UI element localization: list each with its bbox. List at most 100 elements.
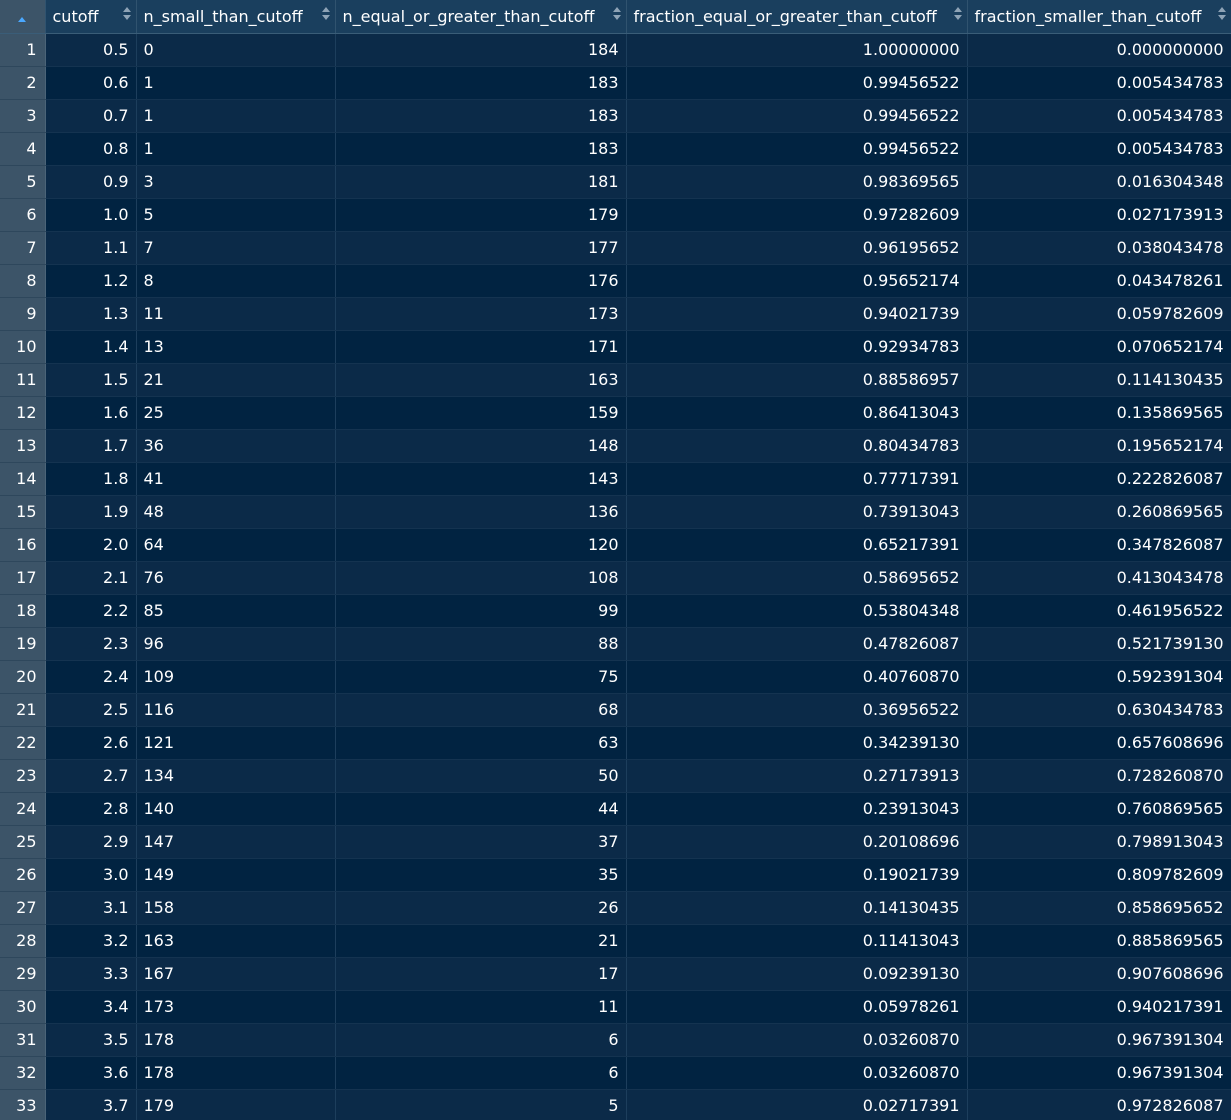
row-number-header[interactable] (0, 0, 46, 34)
row-number: 11 (0, 363, 46, 397)
row-number: 15 (0, 495, 46, 529)
row-number: 16 (0, 528, 46, 562)
row-number: 27 (0, 891, 46, 925)
table-row: 12 1.6 25 159 0.86413043 0.135869565 (0, 396, 1231, 430)
cell-n-equal-or-greater-than-cutoff: 17 (335, 957, 627, 991)
cell-n-equal-or-greater-than-cutoff: 6 (335, 1023, 627, 1057)
cell-fraction-equal-or-greater-than-cutoff: 0.53804348 (626, 594, 968, 628)
cell-n-equal-or-greater-than-cutoff: 183 (335, 99, 627, 133)
cell-n-equal-or-greater-than-cutoff: 136 (335, 495, 627, 529)
cell-n-equal-or-greater-than-cutoff: 183 (335, 66, 627, 100)
cell-n-small-than-cutoff: 109 (136, 660, 336, 694)
column-header-label: fraction_equal_or_greater_than_cutoff (633, 6, 937, 26)
cell-cutoff: 3.4 (45, 990, 137, 1024)
sort-toggle-icon[interactable] (321, 7, 330, 21)
cell-n-small-than-cutoff: 1 (136, 132, 336, 166)
cell-cutoff: 2.5 (45, 693, 137, 727)
cell-cutoff: 2.0 (45, 528, 137, 562)
sort-toggle-icon[interactable] (122, 7, 131, 21)
cell-n-small-than-cutoff: 140 (136, 792, 336, 826)
column-header-n-equal-or-greater-than-cutoff[interactable]: n_equal_or_greater_than_cutoff (335, 0, 627, 34)
cell-fraction-smaller-than-cutoff: 0.005434783 (967, 99, 1231, 133)
cell-fraction-equal-or-greater-than-cutoff: 1.00000000 (626, 33, 968, 67)
cell-fraction-equal-or-greater-than-cutoff: 0.95652174 (626, 264, 968, 298)
cell-cutoff: 0.7 (45, 99, 137, 133)
cell-fraction-equal-or-greater-than-cutoff: 0.98369565 (626, 165, 968, 199)
cell-cutoff: 2.9 (45, 825, 137, 859)
cell-n-equal-or-greater-than-cutoff: 68 (335, 693, 627, 727)
cell-cutoff: 2.3 (45, 627, 137, 661)
cell-cutoff: 3.0 (45, 858, 137, 892)
cell-fraction-smaller-than-cutoff: 0.907608696 (967, 957, 1231, 991)
table-row: 8 1.2 8 176 0.95652174 0.043478261 (0, 264, 1231, 298)
cell-n-equal-or-greater-than-cutoff: 159 (335, 396, 627, 430)
cell-n-equal-or-greater-than-cutoff: 11 (335, 990, 627, 1024)
cell-fraction-equal-or-greater-than-cutoff: 0.03260870 (626, 1056, 968, 1090)
cell-n-small-than-cutoff: 96 (136, 627, 336, 661)
cell-cutoff: 0.6 (45, 66, 137, 100)
cell-cutoff: 2.8 (45, 792, 137, 826)
sort-toggle-icon[interactable] (953, 7, 962, 21)
cell-cutoff: 0.8 (45, 132, 137, 166)
cell-n-small-than-cutoff: 85 (136, 594, 336, 628)
table-row: 31 3.5 178 6 0.03260870 0.967391304 (0, 1023, 1231, 1057)
table-row: 9 1.3 11 173 0.94021739 0.059782609 (0, 297, 1231, 331)
cell-fraction-smaller-than-cutoff: 0.016304348 (967, 165, 1231, 199)
table-row: 28 3.2 163 21 0.11413043 0.885869565 (0, 924, 1231, 958)
cell-fraction-smaller-than-cutoff: 0.657608696 (967, 726, 1231, 760)
column-header-n-small-than-cutoff[interactable]: n_small_than_cutoff (136, 0, 336, 34)
cell-fraction-smaller-than-cutoff: 0.940217391 (967, 990, 1231, 1024)
cell-fraction-equal-or-greater-than-cutoff: 0.20108696 (626, 825, 968, 859)
cell-n-equal-or-greater-than-cutoff: 50 (335, 759, 627, 793)
table-row: 23 2.7 134 50 0.27173913 0.728260870 (0, 759, 1231, 793)
cell-n-small-than-cutoff: 167 (136, 957, 336, 991)
cell-fraction-smaller-than-cutoff: 0.005434783 (967, 66, 1231, 100)
cell-fraction-smaller-than-cutoff: 0.222826087 (967, 462, 1231, 496)
cell-fraction-smaller-than-cutoff: 0.114130435 (967, 363, 1231, 397)
cell-fraction-equal-or-greater-than-cutoff: 0.40760870 (626, 660, 968, 694)
row-number: 10 (0, 330, 46, 364)
cell-n-equal-or-greater-than-cutoff: 63 (335, 726, 627, 760)
table-row: 2 0.6 1 183 0.99456522 0.005434783 (0, 66, 1231, 100)
table-row: 5 0.9 3 181 0.98369565 0.016304348 (0, 165, 1231, 199)
cell-n-equal-or-greater-than-cutoff: 173 (335, 297, 627, 331)
table-row: 13 1.7 36 148 0.80434783 0.195652174 (0, 429, 1231, 463)
cell-fraction-equal-or-greater-than-cutoff: 0.05978261 (626, 990, 968, 1024)
cell-fraction-smaller-than-cutoff: 0.858695652 (967, 891, 1231, 925)
row-number: 22 (0, 726, 46, 760)
cell-n-equal-or-greater-than-cutoff: 99 (335, 594, 627, 628)
row-number: 25 (0, 825, 46, 859)
sort-ascending-icon[interactable] (18, 16, 27, 22)
cell-n-equal-or-greater-than-cutoff: 88 (335, 627, 627, 661)
cell-fraction-smaller-than-cutoff: 0.038043478 (967, 231, 1231, 265)
cell-n-equal-or-greater-than-cutoff: 171 (335, 330, 627, 364)
table-row: 11 1.5 21 163 0.88586957 0.114130435 (0, 363, 1231, 397)
cell-n-small-than-cutoff: 178 (136, 1023, 336, 1057)
column-header-fraction-smaller-than-cutoff[interactable]: fraction_smaller_than_cutoff (967, 0, 1231, 34)
table-row: 30 3.4 173 11 0.05978261 0.940217391 (0, 990, 1231, 1024)
cell-fraction-equal-or-greater-than-cutoff: 0.88586957 (626, 363, 968, 397)
sort-toggle-icon[interactable] (1217, 7, 1226, 21)
cell-n-small-than-cutoff: 163 (136, 924, 336, 958)
cell-n-equal-or-greater-than-cutoff: 163 (335, 363, 627, 397)
row-number: 30 (0, 990, 46, 1024)
cell-n-small-than-cutoff: 41 (136, 462, 336, 496)
row-number: 13 (0, 429, 46, 463)
cell-fraction-smaller-than-cutoff: 0.972826087 (967, 1089, 1231, 1120)
cell-fraction-equal-or-greater-than-cutoff: 0.92934783 (626, 330, 968, 364)
column-header-cutoff[interactable]: cutoff (45, 0, 137, 34)
row-number: 23 (0, 759, 46, 793)
cell-n-small-than-cutoff: 158 (136, 891, 336, 925)
column-header-fraction-equal-or-greater-than-cutoff[interactable]: fraction_equal_or_greater_than_cutoff (626, 0, 968, 34)
cell-n-small-than-cutoff: 1 (136, 66, 336, 100)
cell-fraction-smaller-than-cutoff: 0.798913043 (967, 825, 1231, 859)
row-number: 4 (0, 132, 46, 166)
sort-toggle-icon[interactable] (612, 7, 621, 21)
cell-n-equal-or-greater-than-cutoff: 6 (335, 1056, 627, 1090)
table-row: 26 3.0 149 35 0.19021739 0.809782609 (0, 858, 1231, 892)
cell-n-small-than-cutoff: 116 (136, 693, 336, 727)
cell-n-small-than-cutoff: 76 (136, 561, 336, 595)
column-header-label: n_small_than_cutoff (143, 6, 303, 26)
cell-fraction-smaller-than-cutoff: 0.005434783 (967, 132, 1231, 166)
cell-n-equal-or-greater-than-cutoff: 120 (335, 528, 627, 562)
